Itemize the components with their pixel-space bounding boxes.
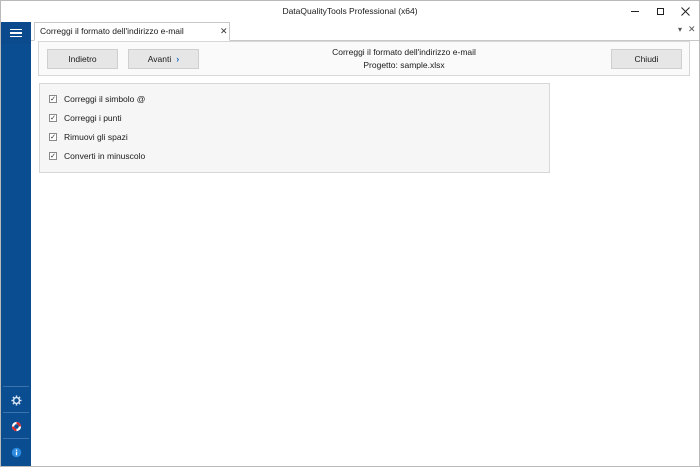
back-button-label: Indietro <box>68 54 97 64</box>
title-bar: DataQualityTools Professional (x64) <box>1 1 699 22</box>
window-title: DataQualityTools Professional (x64) <box>282 6 418 16</box>
option-label: Converti in minuscolo <box>64 151 146 161</box>
maximize-button[interactable] <box>646 1 674 22</box>
lifebuoy-icon[interactable] <box>6 416 26 436</box>
minimize-icon <box>631 11 639 12</box>
checkbox[interactable]: ✓ <box>49 114 57 122</box>
sidebar-divider <box>3 412 29 413</box>
checkbox[interactable]: ✓ <box>49 95 57 103</box>
hamburger-menu-icon[interactable] <box>1 22 31 44</box>
app-window: DataQualityTools Professional (x64) Corr… <box>0 0 700 467</box>
info-icon[interactable] <box>6 442 26 462</box>
tab-fix-email-format[interactable]: Correggi il formato dell'indirizzo e-mai… <box>34 22 230 41</box>
minimize-button[interactable] <box>621 1 649 22</box>
option-fix-at-symbol[interactable]: ✓ Correggi il simbolo @ <box>49 93 145 105</box>
sidebar <box>1 22 31 466</box>
option-label: Correggi i punti <box>64 113 122 123</box>
tab-label: Correggi il formato dell'indirizzo e-mai… <box>40 26 184 36</box>
close-icon <box>680 7 690 16</box>
close-button[interactable]: Chiudi <box>611 49 682 69</box>
option-fix-dots[interactable]: ✓ Correggi i punti <box>49 112 122 124</box>
close-all-tabs-icon[interactable]: ✕ <box>688 24 696 35</box>
checkbox[interactable]: ✓ <box>49 133 57 141</box>
checkbox[interactable]: ✓ <box>49 152 57 160</box>
page-title: Correggi il formato dell'indirizzo e-mai… <box>332 47 476 57</box>
options-panel: ✓ Correggi il simbolo @ ✓ Correggi i pun… <box>39 83 550 173</box>
option-convert-lowercase[interactable]: ✓ Converti in minuscolo <box>49 150 145 162</box>
project-name: Progetto: sample.xlsx <box>363 60 445 70</box>
next-button-label: Avanti <box>147 54 172 64</box>
sidebar-divider <box>3 438 29 439</box>
tab-list-dropdown-icon[interactable]: ▾ <box>678 25 682 34</box>
gear-icon[interactable] <box>6 390 26 410</box>
window-close-button[interactable] <box>671 1 699 22</box>
chevron-right-icon: › <box>176 54 180 64</box>
tab-strip: Correggi il formato dell'indirizzo e-mai… <box>31 22 699 41</box>
sidebar-divider <box>3 386 29 387</box>
tab-close-icon[interactable]: ✕ <box>220 26 228 37</box>
option-label: Rimuovi gli spazi <box>64 132 128 142</box>
navigation-toolbar: Indietro Avanti › Correggi il formato de… <box>38 41 690 76</box>
next-button[interactable]: Avanti › <box>128 49 199 69</box>
back-button[interactable]: Indietro <box>47 49 118 69</box>
option-remove-spaces[interactable]: ✓ Rimuovi gli spazi <box>49 131 128 143</box>
option-label: Correggi il simbolo @ <box>64 94 146 104</box>
maximize-icon <box>656 8 664 15</box>
close-button-label: Chiudi <box>634 54 659 64</box>
